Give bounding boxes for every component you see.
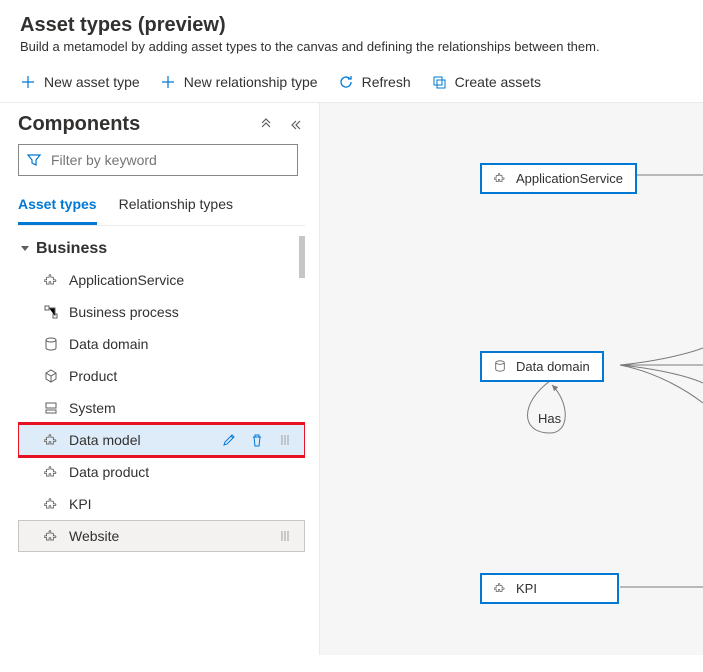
command-bar: New asset type New relationship type Ref… bbox=[0, 64, 703, 103]
puzzle-icon bbox=[43, 528, 59, 544]
list-item-website[interactable]: Website bbox=[18, 520, 305, 552]
new-relationship-type-button[interactable]: New relationship type bbox=[160, 72, 318, 92]
list-item-label: Product bbox=[69, 368, 117, 384]
puzzle-icon bbox=[43, 272, 59, 288]
list-item-label: KPI bbox=[69, 496, 92, 512]
puzzle-icon bbox=[494, 172, 508, 186]
list-item-label: Website bbox=[69, 528, 119, 544]
components-heading: Components bbox=[18, 113, 140, 136]
list-item-data-domain[interactable]: Data domain bbox=[18, 328, 305, 360]
create-assets-button[interactable]: Create assets bbox=[431, 72, 541, 92]
list-item-kpi[interactable]: KPI bbox=[18, 488, 305, 520]
chevron-down-icon bbox=[20, 244, 30, 254]
page-title: Asset types (preview) bbox=[20, 14, 683, 37]
database-icon bbox=[494, 360, 508, 374]
list-item-business-process[interactable]: Business process bbox=[18, 296, 305, 328]
list-item-label: System bbox=[69, 400, 116, 416]
plus-icon bbox=[160, 74, 176, 90]
canvas-node-data-domain[interactable]: Data domain bbox=[480, 351, 604, 382]
canvas-node-applicationservice[interactable]: ApplicationService bbox=[480, 163, 637, 194]
list-item-system[interactable]: System bbox=[18, 392, 305, 424]
list-item-label: Data domain bbox=[69, 336, 148, 352]
create-assets-label: Create assets bbox=[455, 74, 541, 90]
tab-asset-types[interactable]: Asset types bbox=[18, 190, 97, 225]
filter-input[interactable] bbox=[18, 144, 298, 176]
edit-icon[interactable] bbox=[222, 433, 236, 447]
scrollbar[interactable] bbox=[299, 236, 305, 647]
list-item-label: Business process bbox=[69, 304, 179, 320]
drag-handle-icon[interactable] bbox=[278, 529, 292, 543]
new-relationship-type-label: New relationship type bbox=[184, 74, 318, 90]
canvas-node-label: ApplicationService bbox=[516, 171, 623, 186]
puzzle-icon bbox=[43, 432, 59, 448]
puzzle-icon bbox=[43, 464, 59, 480]
database-icon bbox=[43, 336, 59, 352]
refresh-button[interactable]: Refresh bbox=[338, 72, 411, 92]
sidebar-tabs: Asset types Relationship types bbox=[18, 190, 305, 226]
canvas-node-label: Data domain bbox=[516, 359, 590, 374]
list-item-data-product[interactable]: Data product bbox=[18, 456, 305, 488]
new-asset-type-label: New asset type bbox=[44, 74, 140, 90]
tab-relationship-types[interactable]: Relationship types bbox=[119, 190, 233, 225]
edge-label-has: Has bbox=[538, 411, 561, 426]
copy-icon bbox=[431, 74, 447, 90]
page-subtitle: Build a metamodel by adding asset types … bbox=[20, 39, 683, 54]
filter-field[interactable] bbox=[49, 151, 289, 169]
flow-icon bbox=[43, 304, 59, 320]
group-business[interactable]: Business bbox=[18, 236, 305, 264]
plus-icon bbox=[20, 74, 36, 90]
collapse-up-icon[interactable] bbox=[259, 118, 273, 132]
refresh-icon bbox=[338, 74, 354, 90]
filter-icon bbox=[27, 153, 41, 167]
list-item-label: Data product bbox=[69, 464, 149, 480]
components-panel: Components Asset types Relationship type… bbox=[0, 103, 320, 655]
list-item-applicationservice[interactable]: ApplicationService bbox=[18, 264, 305, 296]
list-item-data-model[interactable]: Data model bbox=[18, 424, 305, 456]
collapse-left-icon[interactable] bbox=[291, 118, 305, 132]
delete-icon[interactable] bbox=[250, 433, 264, 447]
cube-icon bbox=[43, 368, 59, 384]
canvas-node-kpi[interactable]: KPI bbox=[480, 573, 619, 604]
puzzle-icon bbox=[494, 582, 508, 596]
group-label: Business bbox=[36, 240, 107, 258]
drag-handle-icon[interactable] bbox=[278, 433, 292, 447]
list-item-product[interactable]: Product bbox=[18, 360, 305, 392]
asset-type-tree: Business ApplicationService Business pro… bbox=[18, 236, 305, 647]
list-item-label: ApplicationService bbox=[69, 272, 184, 288]
layers-icon bbox=[43, 400, 59, 416]
list-item-label: Data model bbox=[69, 432, 141, 448]
canvas-node-label: KPI bbox=[516, 581, 537, 596]
new-asset-type-button[interactable]: New asset type bbox=[20, 72, 140, 92]
metamodel-canvas[interactable]: ApplicationService Data domain Has KPI bbox=[320, 103, 703, 655]
puzzle-icon bbox=[43, 496, 59, 512]
refresh-label: Refresh bbox=[362, 74, 411, 90]
